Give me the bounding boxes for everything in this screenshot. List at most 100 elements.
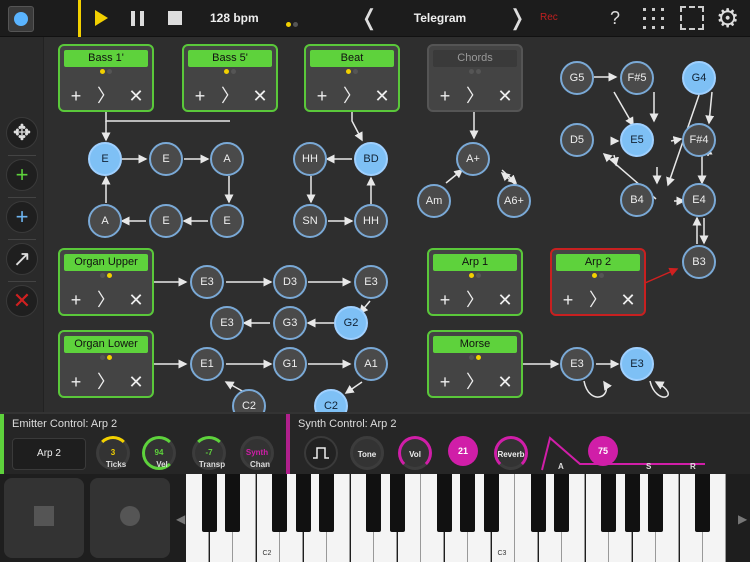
emitter-morse[interactable]: Morse + 〉 ✕ [427,330,523,398]
note-node[interactable]: F#4 [682,123,716,157]
piano-keyboard[interactable]: C2 C3 [186,474,736,562]
reverb-knob[interactable]: Reverb [494,436,528,470]
note-node[interactable]: A6+ [497,184,531,218]
emitter-chords[interactable]: Chords + 〉 ✕ [427,44,523,112]
app-logo-button[interactable] [8,6,34,32]
song-title[interactable]: Telegram [385,11,495,25]
add-icon[interactable]: + [64,86,88,106]
note-node[interactable]: E1 [190,347,224,381]
chevron-right-icon[interactable]: 〉 [463,290,487,310]
emitter-arp-2[interactable]: Arp 2 + 〉 ✕ [550,248,646,316]
record-pad[interactable] [90,478,170,558]
black-key[interactable] [554,474,569,532]
grid-icon[interactable] [643,8,665,30]
black-key[interactable] [389,474,405,532]
black-key[interactable] [225,474,240,532]
note-node[interactable]: E3 [560,347,594,381]
note-node[interactable]: SN [293,204,327,238]
velocity-knob[interactable]: 94 Vel [142,436,176,470]
note-node[interactable]: Am [417,184,451,218]
connect-tool-icon[interactable]: ↗ [6,243,38,275]
note-node[interactable]: G1 [273,347,307,381]
close-icon[interactable]: ✕ [370,86,394,106]
pause-icon[interactable] [131,11,145,26]
emitter-organ-upper[interactable]: Organ Upper + 〉 ✕ [58,248,154,316]
black-key[interactable] [295,474,311,532]
note-node[interactable]: A1 [354,347,388,381]
black-key[interactable] [601,474,616,532]
note-node[interactable]: HH [354,204,388,238]
close-icon[interactable]: ✕ [124,86,148,106]
tempo-display[interactable]: 128 bpm [210,11,259,25]
volume-knob[interactable]: Vol [398,436,432,470]
note-node[interactable]: E4 [682,183,716,217]
chevron-right-icon[interactable]: 〉 [340,86,364,106]
emitter-organ-lower[interactable]: Organ Lower + 〉 ✕ [58,330,154,398]
close-icon[interactable]: ✕ [124,372,148,392]
black-key[interactable] [460,474,475,532]
emitter-bass-1[interactable]: Bass 1' + 〉 ✕ [58,44,154,112]
note-node[interactable]: A+ [456,142,490,176]
note-node[interactable]: G4 [682,61,716,95]
previous-song-icon[interactable]: ❬ [360,5,378,31]
note-node[interactable]: E3 [354,265,388,299]
note-node[interactable]: E5 [620,123,654,157]
chevron-right-icon[interactable]: 〉 [463,372,487,392]
note-node[interactable]: E3 [620,347,654,381]
emitter-bass-5[interactable]: Bass 5' + 〉 ✕ [182,44,278,112]
gear-icon[interactable]: ⚙ [716,3,739,34]
note-node[interactable]: G5 [560,61,594,95]
scroll-right-icon[interactable]: ▶ [738,512,747,526]
black-key[interactable] [530,474,546,532]
close-icon[interactable]: ✕ [616,290,640,310]
move-tool-icon[interactable]: ✥ [6,117,38,149]
note-node[interactable]: F#5 [620,61,654,95]
ticks-knob[interactable]: 3 Ticks [96,436,130,470]
black-key[interactable] [695,474,710,532]
note-node[interactable]: HH [293,142,327,176]
note-node[interactable]: BD [354,142,388,176]
black-key[interactable] [366,474,381,532]
stop-icon[interactable] [168,11,182,25]
chevron-right-icon[interactable]: 〉 [218,86,242,106]
add-icon[interactable]: + [433,86,457,106]
emitter-selector[interactable]: Arp 2 [12,438,86,470]
close-icon[interactable]: ✕ [124,290,148,310]
note-node[interactable]: A [210,142,244,176]
emitter-beat[interactable]: Beat + 〉 ✕ [304,44,400,112]
add-icon[interactable]: + [188,86,212,106]
add-icon[interactable]: + [433,372,457,392]
black-key[interactable] [436,474,452,532]
channel-knob[interactable]: Synth Chan [240,436,274,470]
note-node[interactable]: D5 [560,123,594,157]
black-key[interactable] [319,474,334,532]
note-node[interactable]: E3 [190,265,224,299]
close-icon[interactable]: ✕ [493,86,517,106]
transpose-knob[interactable]: -7 Transp [192,436,226,470]
note-node[interactable]: B4 [620,183,654,217]
add-icon[interactable]: + [310,86,334,106]
selection-box-icon[interactable] [680,6,704,30]
add-node-icon[interactable]: + [6,201,38,233]
add-icon[interactable]: + [433,290,457,310]
close-icon[interactable]: ✕ [248,86,272,106]
add-icon[interactable]: + [64,372,88,392]
play-icon[interactable] [95,10,108,26]
note-node[interactable]: E [88,142,122,176]
node-canvas[interactable]: Bass 1' + 〉 ✕ Bass 5' + 〉 ✕ Beat + 〉 ✕ C… [44,37,750,412]
black-key[interactable] [201,474,217,532]
note-node[interactable]: A [88,204,122,238]
waveform-button[interactable] [304,436,338,470]
black-key[interactable] [483,474,499,532]
note-node[interactable]: E [210,204,244,238]
tone-knob[interactable]: Tone [350,436,384,470]
note-node[interactable]: E3 [210,306,244,340]
note-node[interactable]: G2 [334,306,368,340]
chevron-right-icon[interactable]: 〉 [94,290,118,310]
next-song-icon[interactable]: ❭ [508,5,526,31]
black-key[interactable] [272,474,287,532]
record-button[interactable]: Rec [540,12,558,23]
close-icon[interactable]: ✕ [493,372,517,392]
note-node[interactable]: G3 [273,306,307,340]
chevron-right-icon[interactable]: 〉 [94,86,118,106]
